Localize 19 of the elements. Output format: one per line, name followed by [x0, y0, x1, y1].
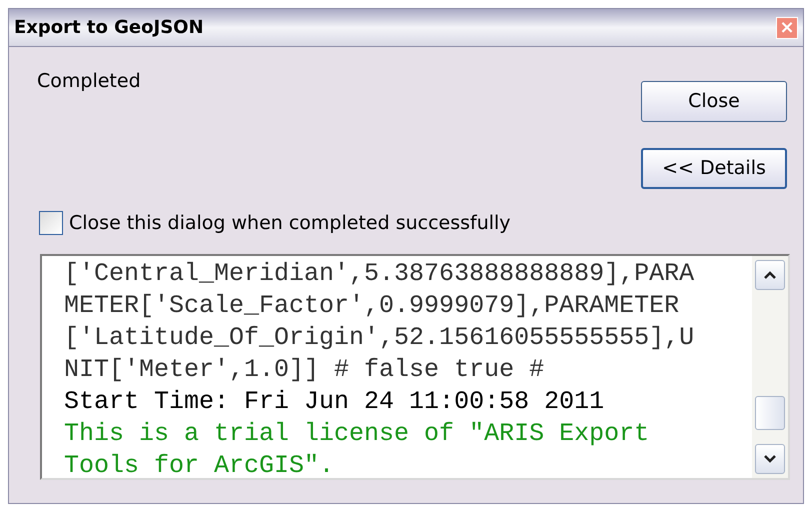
checkbox-label: Close this dialog when completed successfully — [69, 211, 511, 236]
log-line: ['Latitude_Of_Origin',52.15616055555555],U — [64, 322, 696, 354]
scrollbar[interactable] — [752, 256, 788, 478]
chevron-down-icon — [764, 454, 776, 462]
log-line: METER['Scale_Factor',0.9999079],PARAMETER — [64, 290, 680, 322]
status-text: Completed — [37, 70, 141, 92]
dialog-button[interactable]: Close — [641, 81, 787, 122]
chevron-up-icon — [764, 270, 776, 278]
dialog-button[interactable]: << Details — [641, 148, 787, 189]
window-title: Export to GeoJSON — [14, 16, 204, 40]
scroll-thumb[interactable] — [755, 396, 785, 430]
checkbox[interactable] — [39, 211, 63, 236]
log-line: This is a trial license of "ARIS Export — [64, 418, 650, 450]
scroll-down-button[interactable] — [755, 444, 785, 474]
log-line: Tools for ArcGIS". — [64, 450, 336, 478]
scroll-up-button[interactable] — [755, 260, 785, 290]
log-line: Start Time: Fri Jun 24 11:00:58 2011 — [64, 386, 606, 418]
log-line: ['Central_Meridian',5.38763888888889],PARA — [64, 258, 696, 290]
log-line: NIT['Meter',1.0]] # false true # — [64, 354, 546, 386]
